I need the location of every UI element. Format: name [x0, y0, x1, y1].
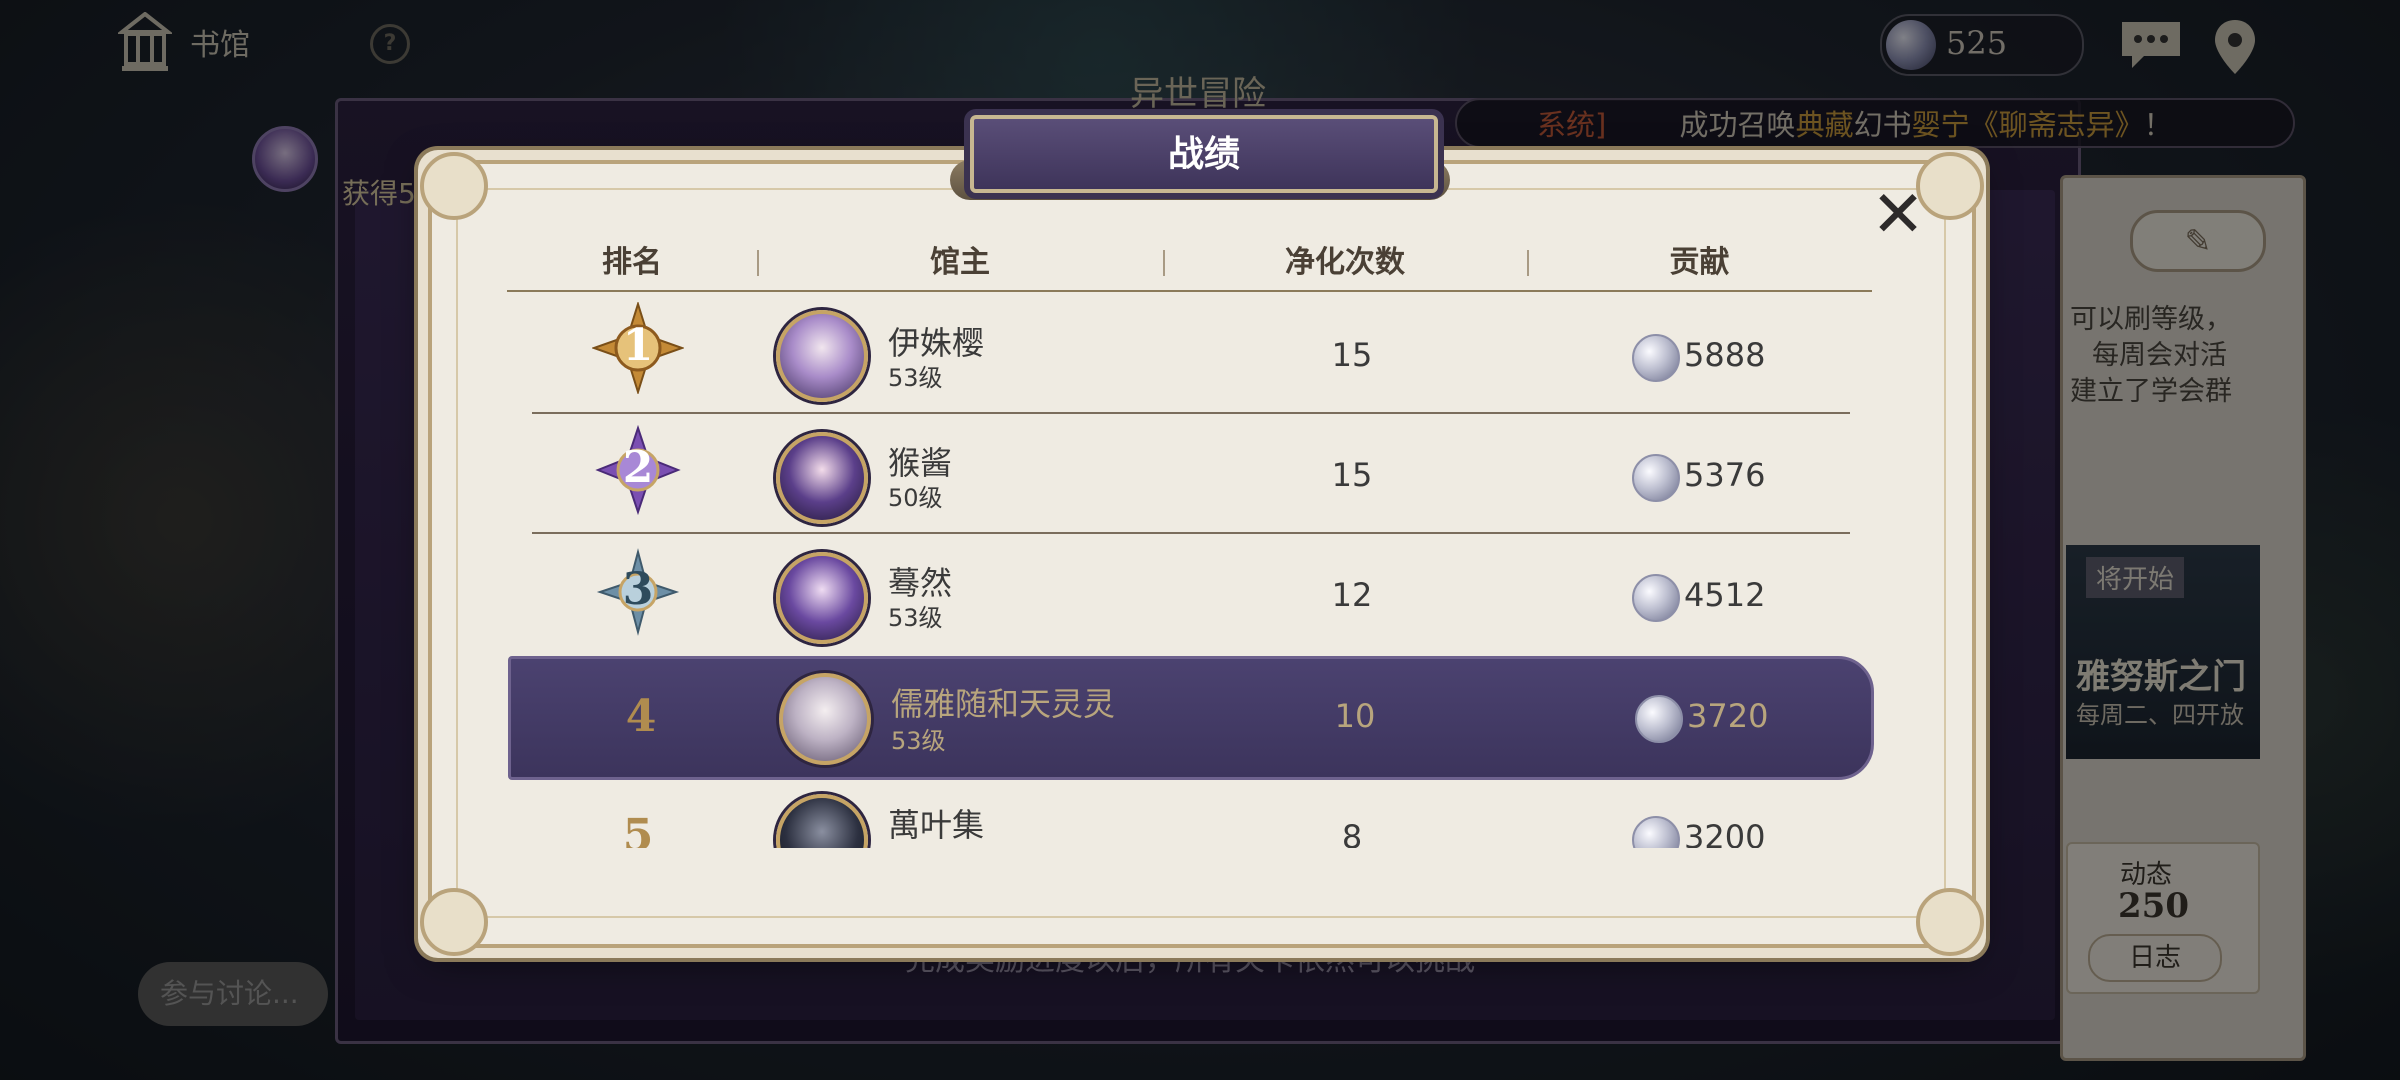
contribution-value: 4512: [1684, 576, 1766, 614]
rank-number: 5: [622, 810, 654, 848]
purify-count: 12: [1331, 576, 1373, 614]
owner-name: 儒雅随和天灵灵: [891, 685, 1116, 723]
row-divider: [532, 532, 1850, 534]
contribution-coin-icon: [1632, 574, 1680, 622]
purify-count: 8: [1341, 818, 1363, 848]
table-row[interactable]: 2 猴酱 50级 15 5376: [532, 416, 1850, 534]
table-header: 排名 馆主 净化次数 贡献: [507, 236, 1872, 292]
row-divider: [532, 412, 1850, 414]
contribution-value: 5888: [1684, 336, 1766, 374]
avatar[interactable]: [776, 794, 868, 848]
avatar[interactable]: [776, 432, 868, 524]
owner-level: 53级: [888, 364, 943, 392]
purify-count: 15: [1331, 456, 1373, 494]
table-row-current-player[interactable]: 4 儒雅随和天灵灵 53级 10 3720: [508, 656, 1874, 780]
table-row[interactable]: 5 萬叶集 8 3200: [532, 776, 1850, 848]
rank-badge-purple-icon: 2: [592, 424, 684, 516]
header-owner: 馆主: [930, 245, 990, 280]
table-row[interactable]: 1 伊姝樱 53级 15 5888: [532, 296, 1850, 414]
header-rank: 排名: [602, 245, 662, 280]
contribution-coin-icon: [1632, 334, 1680, 382]
avatar[interactable]: [776, 310, 868, 402]
rank-number: 3: [622, 564, 654, 615]
contribution-value: 3200: [1684, 818, 1766, 848]
purify-count: 10: [1334, 697, 1376, 735]
avatar[interactable]: [779, 673, 871, 765]
header-contribution: 贡献: [1669, 245, 1730, 280]
corner-ornament-bl: [420, 888, 488, 956]
table-row-clip: 5 萬叶集 8 3200: [532, 776, 1850, 848]
contribution-coin-icon: [1632, 454, 1680, 502]
close-icon[interactable]: ✕: [1868, 183, 1928, 247]
owner-level: 53级: [891, 727, 946, 755]
owner-level: 53级: [888, 604, 943, 632]
contribution-value: 3720: [1687, 697, 1769, 735]
owner-level: 50级: [888, 484, 943, 512]
owner-name: 萬叶集: [888, 806, 985, 844]
corner-ornament-tl: [420, 152, 488, 220]
rank-badge-gold-icon: 1: [590, 300, 686, 396]
rank-number: 1: [622, 320, 654, 371]
contribution-value: 5376: [1684, 456, 1766, 494]
avatar[interactable]: [776, 552, 868, 644]
contribution-coin-icon: [1635, 695, 1683, 743]
corner-ornament-br: [1916, 888, 1984, 956]
header-purify-count: 净化次数: [1285, 245, 1405, 280]
rank-badge-silver-icon: 3: [592, 546, 684, 638]
table-row[interactable]: 3 蓦然 53级 12 4512: [532, 536, 1850, 654]
modal-title: 战绩: [970, 115, 1438, 193]
rank-number: 2: [622, 442, 654, 493]
contribution-coin-icon: [1632, 816, 1680, 848]
purify-count: 15: [1331, 336, 1373, 374]
rank-number: 4: [625, 691, 657, 742]
